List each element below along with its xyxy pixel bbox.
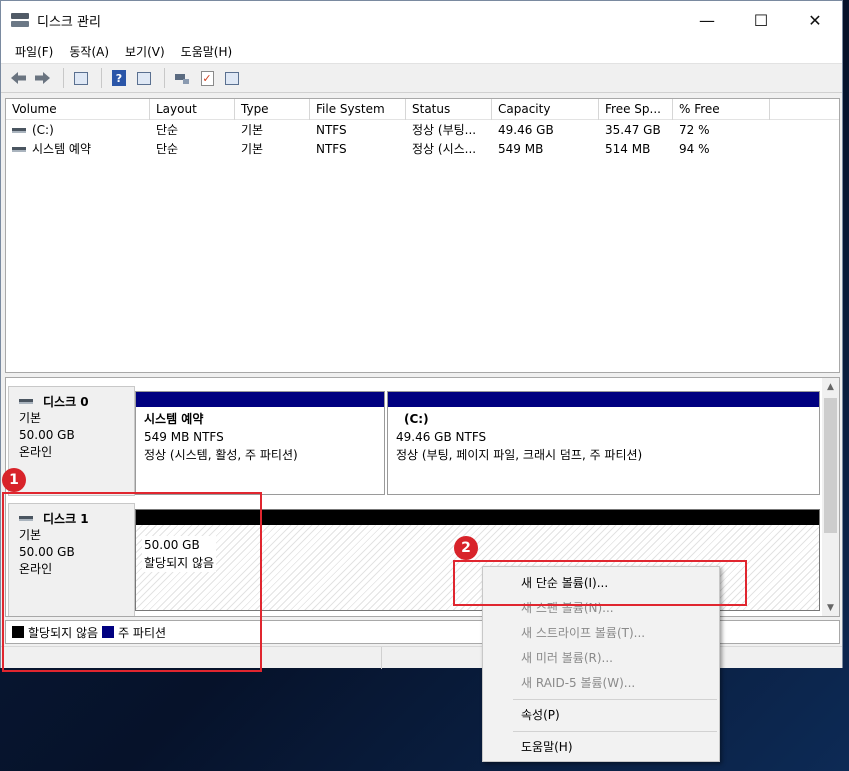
primary-partition-bar: [388, 392, 819, 407]
partition-name: (C:): [404, 412, 429, 426]
partition-size-fs: 549 MB NTFS: [144, 430, 224, 444]
menu-new-striped-volume[interactable]: 새 스트라이프 볼륨(T)...: [483, 621, 719, 646]
check-icon[interactable]: ✓: [196, 67, 218, 89]
cell-layout: 단순: [156, 123, 179, 137]
window-title: 디스크 관리: [37, 14, 101, 30]
disk-0-size: 50.00 GB: [19, 428, 75, 442]
partition-status: 정상 (시스템, 활성, 주 파티션): [144, 448, 298, 462]
menu-properties[interactable]: 속성(P): [483, 703, 719, 728]
column-file-system[interactable]: File System: [310, 99, 406, 120]
column-volume[interactable]: Volume: [6, 99, 150, 120]
volume-list: Volume Layout Type File System Status Ca…: [5, 98, 840, 373]
status-pane: [381, 647, 382, 669]
disk-0-type: 기본: [19, 411, 42, 425]
cell-percent-free: 72 %: [679, 122, 710, 137]
column-free-space[interactable]: Free Sp...: [599, 99, 673, 120]
cell-layout: 단순: [156, 142, 179, 156]
step-badge-1: 1: [2, 468, 26, 492]
help-glyph: ?: [112, 70, 126, 86]
volume-icon: [12, 147, 26, 152]
show-pane-icon[interactable]: [133, 67, 155, 89]
partition-size-fs: 49.46 GB NTFS: [396, 430, 487, 444]
toolbar-separator: [101, 68, 102, 88]
cell-percent-free: 94 %: [679, 141, 710, 156]
primary-partition-bar: [136, 392, 384, 407]
toolbar-separator: [164, 68, 165, 88]
menu-bar: 파일(F) 동작(A) 보기(V) 도움말(H): [1, 39, 842, 63]
cell-capacity: 549 MB: [498, 141, 544, 156]
minimize-button[interactable]: —: [680, 1, 734, 39]
menu-separator: [513, 731, 717, 732]
partition-name: 시스템 예약: [144, 412, 204, 426]
table-row[interactable]: 시스템 예약 단순 기본 NTFS 정상 (시스... 549 MB 514 M…: [6, 139, 839, 158]
partition-c-drive[interactable]: (C:) 49.46 GB NTFS 정상 (부팅, 페이지 파일, 크래시 덤…: [387, 391, 820, 495]
cell-free-space: 514 MB: [605, 141, 651, 156]
highlight-box-new-simple-volume: [453, 560, 747, 606]
cell-file-system: NTFS: [316, 122, 347, 137]
scroll-thumb[interactable]: [824, 398, 837, 533]
cell-type: 기본: [241, 123, 264, 137]
cell-volume: (C:): [32, 122, 54, 137]
title-bar: 디스크 관리 — ☐ ✕: [1, 1, 842, 39]
column-type[interactable]: Type: [235, 99, 310, 120]
disk-view-scrollbar[interactable]: ▲ ▼: [822, 378, 839, 616]
scroll-down-arrow-icon[interactable]: ▼: [822, 599, 839, 616]
menu-new-raid5-volume[interactable]: 새 RAID-5 볼륨(W)...: [483, 671, 719, 696]
connect-icon[interactable]: [171, 67, 193, 89]
partition-status: 정상 (부팅, 페이지 파일, 크래시 덤프, 주 파티션): [396, 448, 643, 462]
column-capacity[interactable]: Capacity: [492, 99, 599, 120]
disk-management-app-icon: [11, 13, 29, 27]
properties-icon[interactable]: [221, 67, 243, 89]
column-percent-free[interactable]: % Free: [673, 99, 770, 120]
table-row[interactable]: (C:) 단순 기본 NTFS 정상 (부팅... 49.46 GB 35.47…: [6, 120, 839, 139]
menu-help-item[interactable]: 도움말(H): [483, 735, 719, 760]
disk-0-label[interactable]: 디스크 0 기본 50.00 GB 온라인: [8, 386, 135, 496]
menu-new-mirrored-volume[interactable]: 새 미러 볼륨(R)...: [483, 646, 719, 671]
list-header: Volume Layout Type File System Status Ca…: [6, 99, 839, 120]
toolbar-separator: [63, 68, 64, 88]
cell-free-space: 35.47 GB: [605, 122, 661, 137]
disk-0-name: 디스크 0: [43, 395, 89, 409]
column-status[interactable]: Status: [406, 99, 492, 120]
cell-file-system: NTFS: [316, 141, 347, 156]
volume-icon: [12, 127, 26, 133]
cell-status: 정상 (부팅...: [412, 123, 477, 137]
column-layout[interactable]: Layout: [150, 99, 235, 120]
disk-icon: [19, 399, 33, 404]
partition-system-reserved[interactable]: 시스템 예약 549 MB NTFS 정상 (시스템, 활성, 주 파티션): [135, 391, 385, 495]
highlight-box-disk-1: [2, 492, 262, 672]
forward-arrow-icon[interactable]: [32, 67, 54, 89]
menu-separator: [513, 699, 717, 700]
toolbar: ? ✓: [1, 63, 842, 93]
close-button[interactable]: ✕: [788, 1, 842, 39]
menu-file[interactable]: 파일(F): [7, 43, 61, 60]
disk-0-state: 온라인: [19, 445, 53, 459]
menu-action[interactable]: 동작(A): [61, 43, 117, 60]
scroll-up-arrow-icon[interactable]: ▲: [822, 378, 839, 395]
menu-help[interactable]: 도움말(H): [173, 43, 241, 60]
console-tree-icon[interactable]: [70, 67, 92, 89]
back-arrow-icon[interactable]: [7, 67, 29, 89]
menu-view[interactable]: 보기(V): [117, 43, 173, 60]
help-icon[interactable]: ?: [108, 67, 130, 89]
step-badge-2: 2: [454, 536, 478, 560]
cell-type: 기본: [241, 142, 264, 156]
cell-capacity: 49.46 GB: [498, 122, 554, 137]
cell-status: 정상 (시스...: [412, 142, 477, 156]
cell-volume: 시스템 예약: [32, 142, 92, 156]
maximize-button[interactable]: ☐: [734, 1, 788, 39]
